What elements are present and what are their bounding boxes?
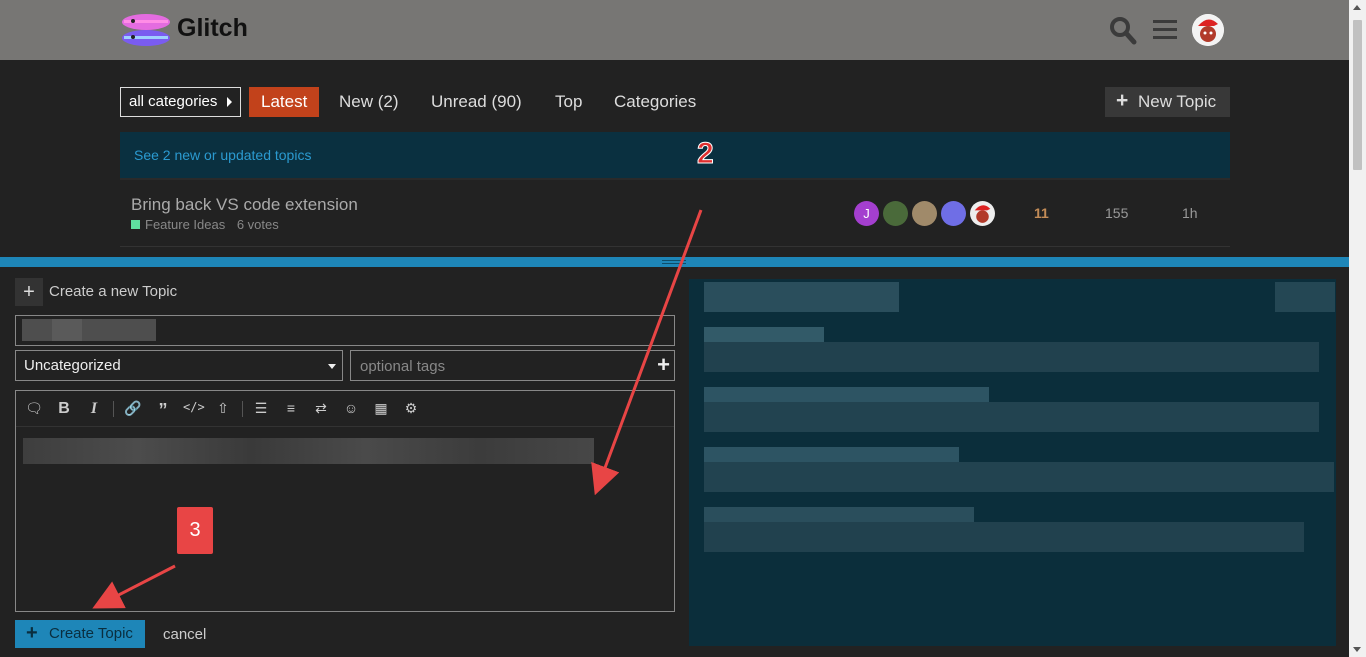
category-dropdown-label: all categories bbox=[129, 93, 218, 110]
swap-icon[interactable]: ⇄ bbox=[311, 400, 331, 417]
quote-icon[interactable]: ” bbox=[153, 400, 173, 421]
redacted-text bbox=[23, 438, 594, 464]
topic-title[interactable]: Bring back VS code extension bbox=[131, 195, 358, 215]
new-topics-link[interactable]: See 2 new or updated topics bbox=[134, 147, 311, 163]
search-icon[interactable] bbox=[1109, 15, 1137, 45]
category-dropdown[interactable]: all categories bbox=[120, 87, 241, 117]
numbered-list-icon[interactable]: ≡ bbox=[281, 400, 301, 416]
composer-title: Create a new Topic bbox=[49, 283, 178, 300]
tags-input[interactable]: optional tags + bbox=[350, 350, 675, 381]
cancel-link[interactable]: cancel bbox=[163, 626, 206, 643]
step-3-annotation: 3 bbox=[177, 507, 213, 554]
plus-icon: + bbox=[15, 278, 43, 306]
redacted-text bbox=[704, 282, 899, 312]
italic-icon[interactable]: I bbox=[84, 400, 104, 418]
new-topic-label: New Topic bbox=[1138, 92, 1217, 111]
caret-down-icon bbox=[328, 364, 336, 369]
glitch-logo-icon[interactable] bbox=[119, 10, 173, 50]
tab-top[interactable]: Top bbox=[555, 87, 582, 117]
tab-new[interactable]: New (2) bbox=[339, 87, 399, 117]
create-topic-button[interactable]: + Create Topic bbox=[15, 620, 145, 648]
poster-avatar[interactable] bbox=[912, 201, 937, 226]
calendar-icon[interactable]: ▦ bbox=[371, 400, 391, 417]
create-topic-label: Create Topic bbox=[49, 625, 133, 642]
poster-avatar[interactable] bbox=[970, 201, 995, 226]
speech-bubble-icon[interactable]: 🗨 bbox=[24, 400, 44, 417]
tab-categories[interactable]: Categories bbox=[614, 87, 696, 117]
redacted-text bbox=[704, 387, 989, 402]
bullet-list-icon[interactable]: ☰ bbox=[251, 400, 271, 417]
scroll-down-icon[interactable] bbox=[1353, 647, 1361, 652]
editor-toolbar: 🗨 B I 🔗 ” </> ⇧ ☰ ≡ ⇄ ☺ ▦ ⚙ bbox=[16, 391, 674, 427]
poster-avatar[interactable] bbox=[883, 201, 908, 226]
redacted-text bbox=[704, 447, 959, 462]
redacted-text bbox=[704, 507, 974, 522]
add-tag-icon[interactable]: + bbox=[657, 352, 670, 378]
composer-editor[interactable]: 🗨 B I 🔗 ” </> ⇧ ☰ ≡ ⇄ ☺ ▦ ⚙ bbox=[15, 390, 675, 612]
category-color-swatch bbox=[131, 220, 140, 229]
reply-count[interactable]: 11 bbox=[1034, 205, 1049, 221]
tags-placeholder: optional tags bbox=[360, 358, 446, 375]
upload-icon[interactable]: ⇧ bbox=[213, 400, 233, 417]
topic-title-input[interactable] bbox=[15, 315, 675, 346]
plus-icon: + bbox=[26, 622, 38, 644]
category-select-value: Uncategorized bbox=[24, 357, 121, 374]
tab-latest[interactable]: Latest bbox=[249, 87, 320, 117]
activity-time[interactable]: 1h bbox=[1182, 205, 1198, 221]
redacted-text bbox=[704, 462, 1334, 492]
topic-votes: 6 votes bbox=[236, 217, 279, 232]
toolbar-divider bbox=[113, 401, 114, 417]
gear-icon[interactable]: ⚙ bbox=[401, 400, 421, 417]
new-topics-banner[interactable]: See 2 new or updated topics bbox=[120, 132, 1230, 180]
poster-avatar[interactable]: J bbox=[854, 201, 879, 226]
redacted-text bbox=[22, 319, 156, 341]
redacted-text bbox=[704, 327, 824, 342]
grip-icon[interactable] bbox=[662, 260, 686, 264]
step-2-annotation: 2 bbox=[697, 137, 715, 171]
topic-category[interactable]: Feature Ideas bbox=[145, 217, 225, 232]
scroll-up-icon[interactable] bbox=[1353, 5, 1361, 10]
hamburger-menu-icon[interactable] bbox=[1153, 19, 1177, 41]
scroll-thumb[interactable] bbox=[1353, 20, 1362, 170]
redacted-text bbox=[704, 402, 1319, 432]
link-icon[interactable]: 🔗 bbox=[123, 400, 143, 417]
new-topic-button[interactable]: + New Topic bbox=[1105, 87, 1230, 117]
tab-unread[interactable]: Unread (90) bbox=[431, 87, 522, 117]
redacted-text bbox=[52, 319, 82, 341]
poster-avatar[interactable] bbox=[941, 201, 966, 226]
category-select[interactable]: Uncategorized bbox=[15, 350, 343, 381]
topic-meta: Feature Ideas 6 votes bbox=[131, 217, 279, 232]
view-count: 155 bbox=[1105, 205, 1129, 221]
caret-right-icon bbox=[227, 97, 232, 107]
user-avatar[interactable] bbox=[1192, 14, 1224, 46]
bold-icon[interactable]: B bbox=[54, 400, 74, 418]
avatar-letter: J bbox=[863, 206, 870, 221]
toolbar-divider bbox=[242, 401, 243, 417]
composer-preview bbox=[689, 279, 1336, 646]
site-header: Glitch bbox=[0, 0, 1349, 60]
plus-icon: + bbox=[1116, 89, 1129, 112]
app-name[interactable]: Glitch bbox=[177, 14, 248, 43]
topic-list-item[interactable]: Bring back VS code extension Feature Ide… bbox=[120, 180, 1230, 247]
emoji-icon[interactable]: ☺ bbox=[341, 400, 361, 416]
redacted-text bbox=[704, 522, 1304, 552]
redacted-text bbox=[704, 342, 1319, 372]
redacted-text bbox=[1275, 282, 1335, 312]
page-scrollbar[interactable] bbox=[1349, 0, 1366, 657]
code-icon[interactable]: </> bbox=[183, 400, 205, 414]
